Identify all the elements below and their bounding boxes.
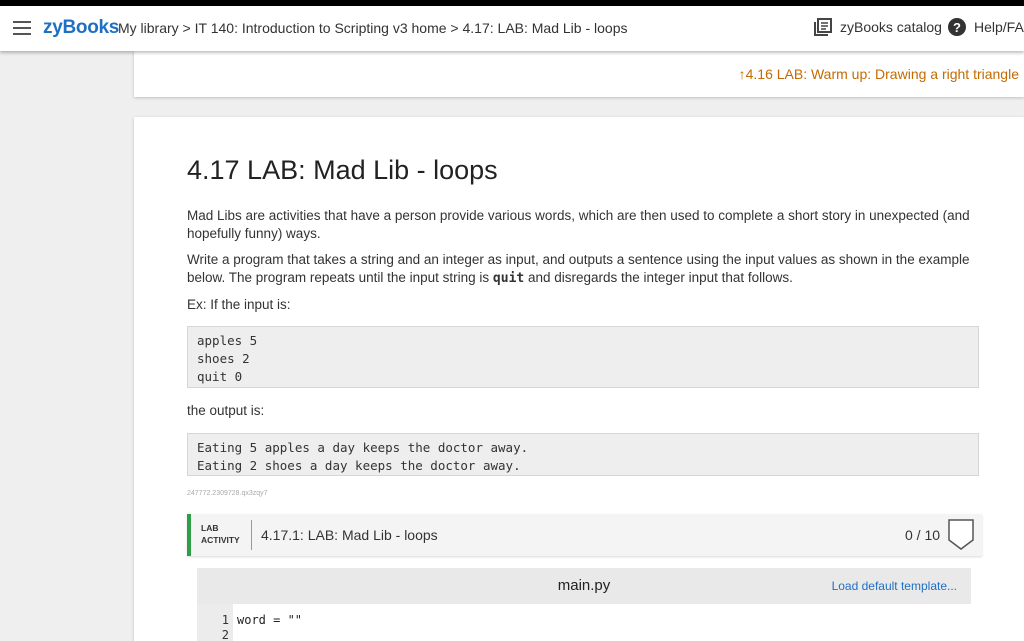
breadcrumb-separator: > (446, 20, 463, 36)
breadcrumb-separator: > (178, 20, 195, 36)
arrow-up-icon: ↑ (738, 66, 746, 82)
breadcrumb-course-home[interactable]: IT 140: Introduction to Scripting v3 hom… (195, 20, 447, 36)
section-title: 4.17 LAB: Mad Lib - loops (187, 155, 498, 185)
help-icon: ? (948, 18, 966, 36)
lab-activity-header: LAB ACTIVITY 4.17.1: LAB: Mad Lib - loop… (187, 514, 982, 556)
zybooks-logo[interactable]: zyBooks (43, 17, 119, 39)
breadcrumb-current-section: 4.17: LAB: Mad Lib - loops (462, 20, 628, 36)
shield-icon (948, 519, 974, 550)
example-input-label: Ex: If the input is: (187, 297, 291, 312)
code-line[interactable]: word = "" (237, 613, 302, 627)
load-default-template-link[interactable]: Load default template... (832, 579, 957, 593)
help-label: Help/FAQ (974, 19, 1024, 35)
lab-tag-line1: LAB (201, 523, 219, 533)
breadcrumb-my-library[interactable]: My library (118, 20, 179, 36)
catalog-link[interactable]: zyBooks catalog (814, 18, 942, 36)
instructions-paragraph: Write a program that takes a string and … (187, 251, 977, 288)
example-output-label: the output is: (187, 403, 265, 418)
previous-section-link[interactable]: ↑4.16 LAB: Warm up: Drawing a right tria… (739, 66, 1019, 82)
menu-icon[interactable] (13, 21, 31, 35)
code-editor: main.py Load default template... 1 2 wor… (197, 568, 971, 641)
example-input-line: shoes 2 (197, 351, 250, 366)
lab-activity-tag: LAB ACTIVITY (201, 522, 240, 546)
library-books-icon (814, 18, 832, 36)
example-output-line: Eating 5 apples a day keeps the doctor a… (197, 440, 529, 455)
breadcrumb: My library > IT 140: Introduction to Scr… (118, 20, 628, 36)
line-number-gutter: 1 2 (197, 604, 233, 641)
top-header: zyBooks My library > IT 140: Introductio… (0, 6, 1024, 51)
example-input-line: quit 0 (197, 369, 243, 384)
editor-header: main.py Load default template... (197, 568, 971, 604)
intro-paragraph: Mad Libs are activities that have a pers… (187, 208, 970, 241)
quit-keyword: quit (492, 271, 525, 286)
catalog-label: zyBooks catalog (840, 19, 942, 35)
line-number: 2 (221, 628, 229, 641)
help-link[interactable]: ? Help/FAQ (948, 18, 1024, 36)
instructions-text-end: and disregards the integer input that fo… (524, 270, 793, 285)
lab-tag-line2: ACTIVITY (201, 535, 240, 545)
example-output-box: Eating 5 apples a day keeps the doctor a… (187, 433, 979, 476)
divider (251, 520, 252, 550)
example-input-line: apples 5 (197, 333, 258, 348)
example-output-line: Eating 2 shoes a day keeps the doctor aw… (197, 458, 521, 473)
lab-activity-title: 4.17.1: LAB: Mad Lib - loops (261, 527, 438, 543)
lab-score: 0 / 10 (905, 527, 941, 543)
example-input-box: apples 5 shoes 2 quit 0 (187, 326, 979, 388)
previous-section-card: ↑4.16 LAB: Warm up: Drawing a right tria… (134, 51, 1024, 97)
content-id: 247772.2309728.qx3zqy7 (187, 490, 268, 497)
section-content-card: 4.17 LAB: Mad Lib - loops Mad Libs are a… (134, 117, 1024, 641)
previous-section-label: 4.16 LAB: Warm up: Drawing a right trian… (745, 66, 1019, 82)
line-number: 1 (221, 613, 229, 627)
